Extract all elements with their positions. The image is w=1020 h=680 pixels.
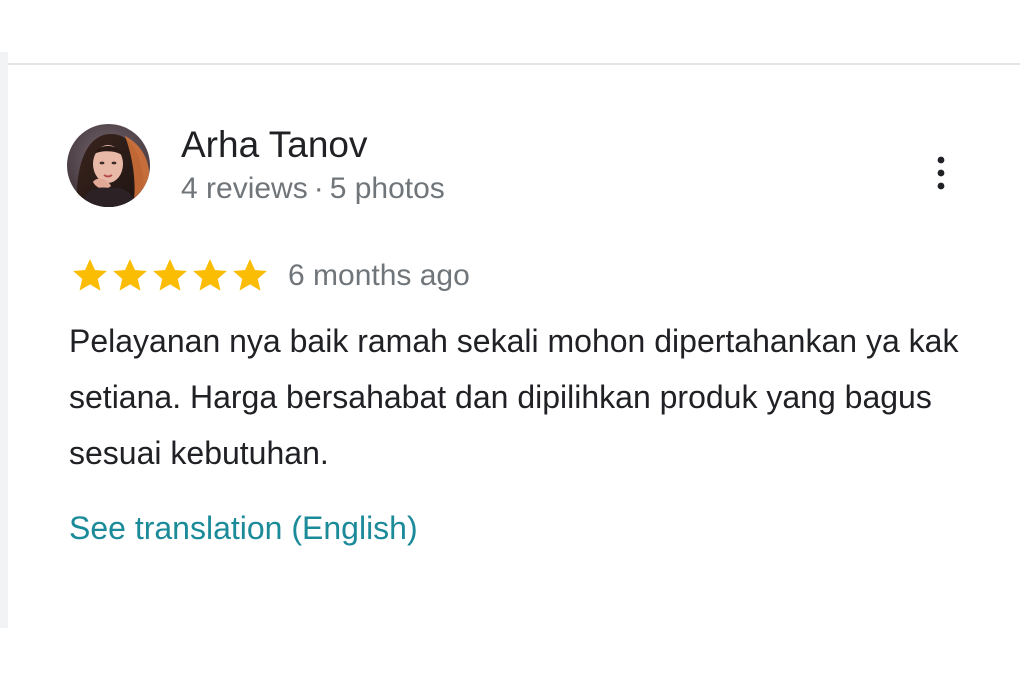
review-card: Arha Tanov 4 reviews · 5 photos 6 months a… xyxy=(8,65,1020,628)
review-text: Pelayanan nya baik ramah sekali mohon di… xyxy=(69,323,959,471)
star-icon xyxy=(193,259,227,291)
star-icon xyxy=(73,259,107,291)
avatar-photo xyxy=(67,124,150,207)
star-icon xyxy=(153,259,187,291)
more-options-button[interactable] xyxy=(925,151,957,195)
review-count: 4 reviews xyxy=(181,172,308,205)
reviewer-avatar[interactable] xyxy=(67,124,150,207)
review-time: 6 months ago xyxy=(288,259,470,292)
see-translation-link[interactable]: See translation (English) xyxy=(69,508,418,548)
rating-row: 6 months ago xyxy=(70,254,470,298)
meta-separator: · xyxy=(313,172,324,205)
reviewer-name[interactable]: Arha Tanov xyxy=(181,123,368,167)
star-icon xyxy=(113,259,147,291)
reviewer-meta: 4 reviews · 5 photos xyxy=(181,171,445,207)
star-rating xyxy=(70,256,270,296)
star-icon xyxy=(233,259,267,291)
photo-count: 5 photos xyxy=(329,172,445,205)
left-edge-strip xyxy=(0,52,8,628)
more-vert-icon xyxy=(937,156,945,190)
